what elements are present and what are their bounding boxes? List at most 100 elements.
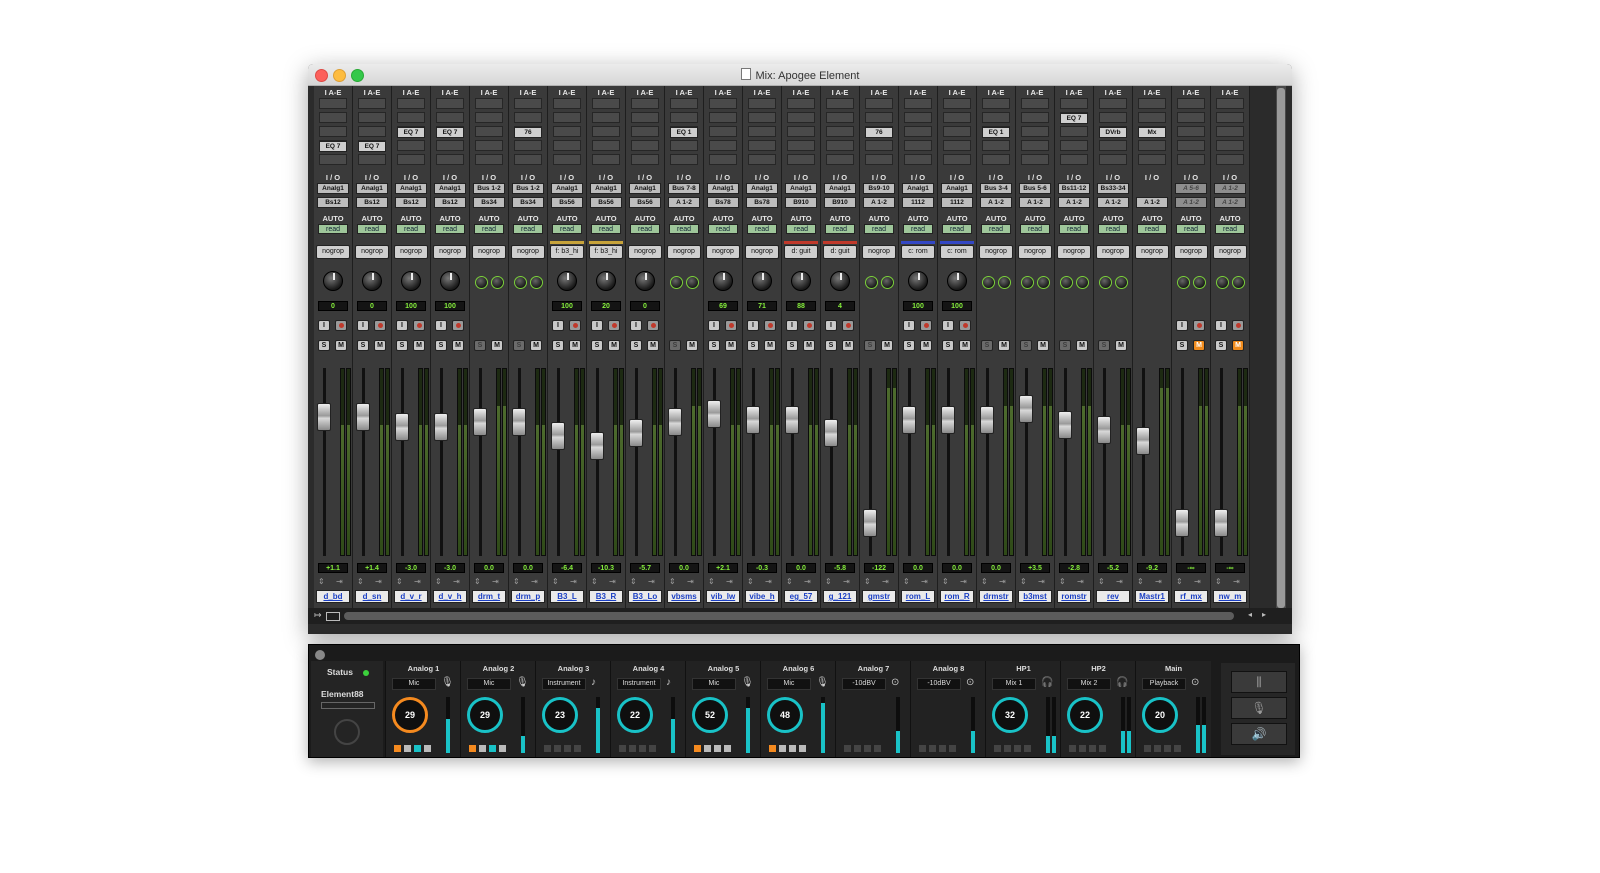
input-monitor-button[interactable]: I: [825, 320, 837, 331]
input-mode-selector[interactable]: Instrument: [617, 678, 661, 690]
input-selector[interactable]: Analg1: [941, 183, 973, 194]
channel-toggle[interactable]: [939, 745, 946, 752]
input-selector[interactable]: A 5-6: [1175, 183, 1207, 194]
group-selector[interactable]: nogrop: [1135, 245, 1169, 259]
channel-toggle[interactable]: [1069, 745, 1076, 752]
insert-slot[interactable]: [865, 140, 893, 151]
volume-fader[interactable]: [629, 419, 643, 448]
track-name[interactable]: B3_L: [550, 590, 584, 603]
input-monitor-button[interactable]: I: [435, 320, 447, 331]
mute-button[interactable]: M: [569, 340, 581, 351]
automation-icon[interactable]: ⇕: [981, 577, 988, 586]
track-name[interactable]: vib_lw: [706, 590, 740, 603]
insert-plugin[interactable]: 76: [514, 127, 542, 138]
track-name[interactable]: rom_R: [940, 590, 974, 603]
volume-fader[interactable]: [1058, 411, 1072, 440]
input-mode-selector[interactable]: Mic: [392, 678, 436, 690]
insert-slot[interactable]: [1177, 154, 1205, 165]
track-name[interactable]: drm_p: [511, 590, 545, 603]
pan-knob-right[interactable]: [491, 276, 504, 289]
solo-button[interactable]: S: [786, 340, 798, 351]
channel-toggle[interactable]: [994, 745, 1001, 752]
channel-toggle[interactable]: [854, 745, 861, 752]
pan-knob-left[interactable]: [1021, 276, 1034, 289]
mute-button[interactable]: M: [530, 340, 542, 351]
automation-mode[interactable]: read: [630, 224, 660, 234]
insert-slot[interactable]: [1060, 140, 1088, 151]
insert-slot[interactable]: [553, 154, 581, 165]
insert-slot[interactable]: [553, 140, 581, 151]
output-selector[interactable]: Bs12: [434, 197, 466, 208]
group-selector[interactable]: f: b3_hi: [550, 245, 584, 259]
input-monitor-button[interactable]: I: [747, 320, 759, 331]
output-selector[interactable]: A 1-2: [668, 197, 700, 208]
pan-knob-left[interactable]: [1177, 276, 1190, 289]
insert-slot[interactable]: [943, 112, 971, 123]
vertical-scroll-thumb[interactable]: [1277, 88, 1285, 608]
pan-knob[interactable]: [362, 271, 382, 291]
insert-slot[interactable]: [787, 154, 815, 165]
output-selector[interactable]: A 1-2: [1175, 197, 1207, 208]
pan-knob-right[interactable]: [1193, 276, 1206, 289]
insert-slot[interactable]: [475, 112, 503, 123]
insert-slot[interactable]: [748, 140, 776, 151]
automation-icon[interactable]: ⇕: [396, 577, 403, 586]
group-selector[interactable]: nogrop: [862, 245, 896, 259]
pan-knob-left[interactable]: [670, 276, 683, 289]
insert-slot[interactable]: [865, 112, 893, 123]
track-name[interactable]: romstr: [1057, 590, 1091, 603]
tracks-icon[interactable]: ⇥: [882, 577, 889, 586]
automation-icon[interactable]: ⇕: [474, 577, 481, 586]
input-selector[interactable]: Analg1: [785, 183, 817, 194]
input-monitor-button[interactable]: I: [318, 320, 330, 331]
channel-toggle[interactable]: [919, 745, 926, 752]
automation-icon[interactable]: ⇕: [1020, 577, 1027, 586]
output-selector[interactable]: Bs56: [551, 197, 583, 208]
input-selector[interactable]: Analg1: [434, 183, 466, 194]
scroll-right-icon[interactable]: ▸: [1262, 610, 1266, 619]
insert-slot[interactable]: [748, 154, 776, 165]
track-name[interactable]: drm_t: [472, 590, 506, 603]
input-mode-selector[interactable]: Playback: [1142, 678, 1186, 690]
view-options-icon[interactable]: [326, 612, 340, 621]
insert-slot[interactable]: [943, 98, 971, 109]
record-enable-button[interactable]: [569, 320, 581, 331]
tracks-icon[interactable]: ⇥: [804, 577, 811, 586]
input-selector[interactable]: Analg1: [707, 183, 739, 194]
tracks-icon[interactable]: ⇥: [921, 577, 928, 586]
volume-fader[interactable]: [1136, 427, 1150, 456]
insert-slot[interactable]: [631, 126, 659, 137]
input-selector[interactable]: Analg1: [395, 183, 427, 194]
pan-knob-right[interactable]: [1076, 276, 1089, 289]
mute-button[interactable]: M: [1037, 340, 1049, 351]
tracks-icon[interactable]: ⇥: [414, 577, 421, 586]
automation-icon[interactable]: ⇕: [1176, 577, 1183, 586]
channel-toggle[interactable]: [874, 745, 881, 752]
insert-slot[interactable]: [1099, 98, 1127, 109]
insert-slot[interactable]: [1138, 140, 1166, 151]
input-selector[interactable]: Bs9-10: [863, 183, 895, 194]
volume-fader[interactable]: [941, 406, 955, 435]
pan-knob-left[interactable]: [475, 276, 488, 289]
microphone-view-icon[interactable]: 🎙: [1231, 697, 1287, 719]
channel-toggle[interactable]: [1024, 745, 1031, 752]
solo-button[interactable]: S: [396, 340, 408, 351]
channel-toggle[interactable]: [1004, 745, 1011, 752]
tracks-icon[interactable]: ⇥: [648, 577, 655, 586]
insert-slot[interactable]: [1060, 98, 1088, 109]
insert-slot[interactable]: [1177, 126, 1205, 137]
mute-button[interactable]: M: [1076, 340, 1088, 351]
tracks-icon[interactable]: ⇥: [375, 577, 382, 586]
automation-mode[interactable]: read: [747, 224, 777, 234]
channel-toggle[interactable]: [639, 745, 646, 752]
insert-slot[interactable]: [670, 98, 698, 109]
track-name[interactable]: g_121: [823, 590, 857, 603]
insert-slot[interactable]: [670, 112, 698, 123]
solo-button[interactable]: S: [435, 340, 447, 351]
automation-icon[interactable]: ⇕: [1098, 577, 1105, 586]
pan-knob[interactable]: [596, 271, 616, 291]
channel-toggle[interactable]: [724, 745, 731, 752]
tracks-icon[interactable]: ⇥: [960, 577, 967, 586]
gain-knob[interactable]: 29: [467, 697, 503, 733]
mute-button[interactable]: M: [608, 340, 620, 351]
